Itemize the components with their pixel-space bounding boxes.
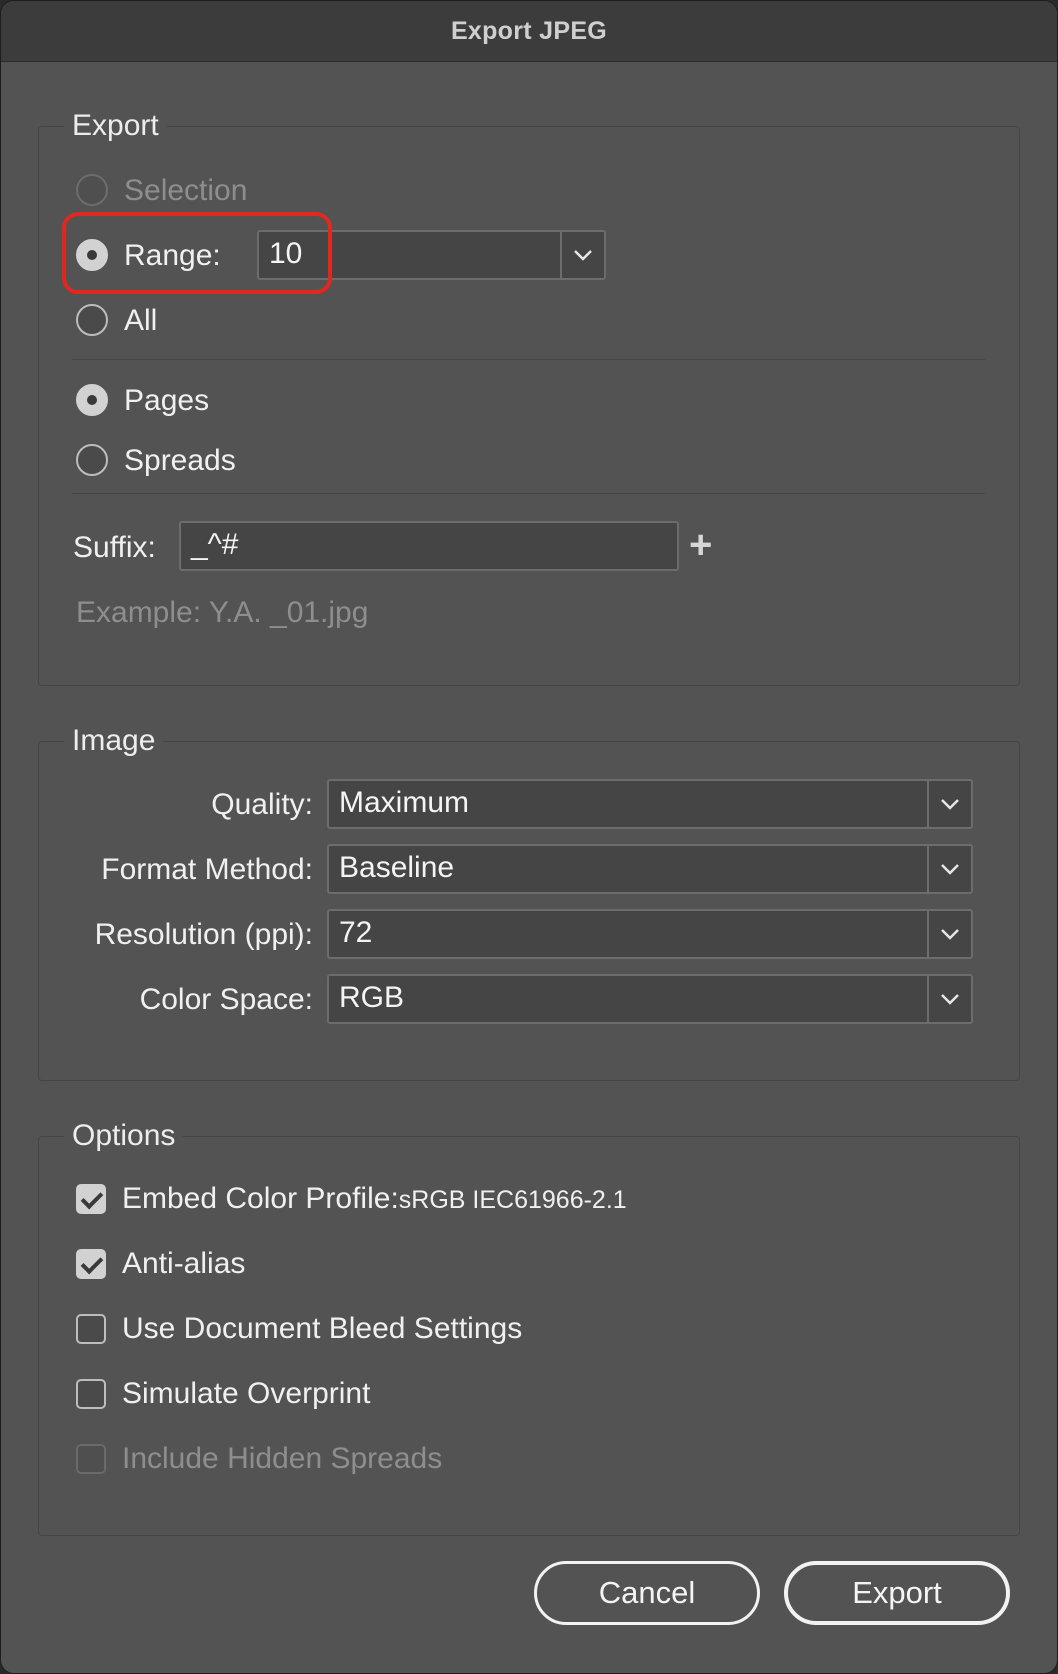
chevron-down-icon [941, 994, 959, 1005]
suffix-label: Suffix: [73, 531, 156, 564]
include-hidden-spreads-checkbox[interactable] [76, 1444, 106, 1474]
simulate-overprint-checkbox[interactable] [76, 1379, 106, 1409]
color-space-label: Color Space: [139, 983, 313, 1016]
resolution-combobox[interactable]: 72 [327, 909, 973, 959]
chevron-down-icon [941, 929, 959, 940]
range-highlight-annotation [62, 212, 332, 294]
dialog-title: Export JPEG [1, 1, 1057, 62]
image-group-title: Image [64, 723, 164, 759]
pages-label: Pages [124, 384, 210, 417]
suffix-input[interactable]: _^# [179, 521, 679, 571]
anti-alias-label: Anti-alias [122, 1247, 246, 1280]
format-method-dropdown-button[interactable] [927, 846, 971, 892]
selection-label: Selection [124, 174, 248, 207]
all-radio[interactable] [76, 304, 108, 336]
format-method-select[interactable]: Baseline [327, 844, 973, 894]
cancel-button[interactable]: Cancel [534, 1561, 760, 1625]
resolution-label: Resolution (ppi): [94, 918, 313, 951]
spreads-label: Spreads [124, 444, 236, 477]
selection-radio[interactable] [76, 174, 108, 206]
anti-alias-checkbox[interactable] [76, 1249, 106, 1279]
quality-value: Maximum [339, 786, 470, 819]
plus-icon[interactable]: + [689, 525, 712, 565]
quality-label: Quality: [211, 788, 313, 821]
document-bleed-checkbox[interactable] [76, 1314, 106, 1344]
include-hidden-spreads-label: Include Hidden Spreads [122, 1442, 443, 1475]
options-group-title: Options [64, 1118, 184, 1154]
export-group-title: Export [64, 108, 167, 144]
embed-color-profile-label: Embed Color Profile:sRGB IEC61966-2.1 [122, 1181, 627, 1218]
quality-dropdown-button[interactable] [927, 781, 971, 827]
range-dropdown-button[interactable] [560, 232, 604, 278]
embed-color-profile-checkbox[interactable] [76, 1184, 106, 1214]
color-space-value: RGB [339, 981, 405, 1014]
export-jpeg-dialog: Export JPEG Export Selection Range: 10 A… [0, 0, 1058, 1674]
chevron-down-icon [941, 864, 959, 875]
quality-select[interactable]: Maximum [327, 779, 973, 829]
color-space-select[interactable]: RGB [327, 974, 973, 1024]
export-divider-1 [72, 359, 985, 360]
resolution-value[interactable]: 72 [339, 916, 372, 949]
spreads-radio[interactable] [76, 444, 108, 476]
embed-color-profile-text: Embed Color Profile: [122, 1182, 399, 1215]
chevron-down-icon [574, 250, 592, 261]
export-button[interactable]: Export [784, 1561, 1010, 1625]
chevron-down-icon [941, 799, 959, 810]
all-label: All [124, 304, 158, 337]
resolution-dropdown-button[interactable] [927, 911, 971, 957]
document-bleed-label: Use Document Bleed Settings [122, 1312, 523, 1345]
pages-radio[interactable] [76, 384, 108, 416]
suffix-example: Example: Y.A. _01.jpg [76, 596, 369, 629]
embed-color-profile-name: sRGB IEC61966-2.1 [398, 1186, 627, 1214]
color-space-dropdown-button[interactable] [927, 976, 971, 1022]
simulate-overprint-label: Simulate Overprint [122, 1377, 371, 1410]
format-method-label: Format Method: [101, 853, 313, 886]
export-divider-2 [72, 493, 985, 494]
format-method-value: Baseline [339, 851, 455, 884]
